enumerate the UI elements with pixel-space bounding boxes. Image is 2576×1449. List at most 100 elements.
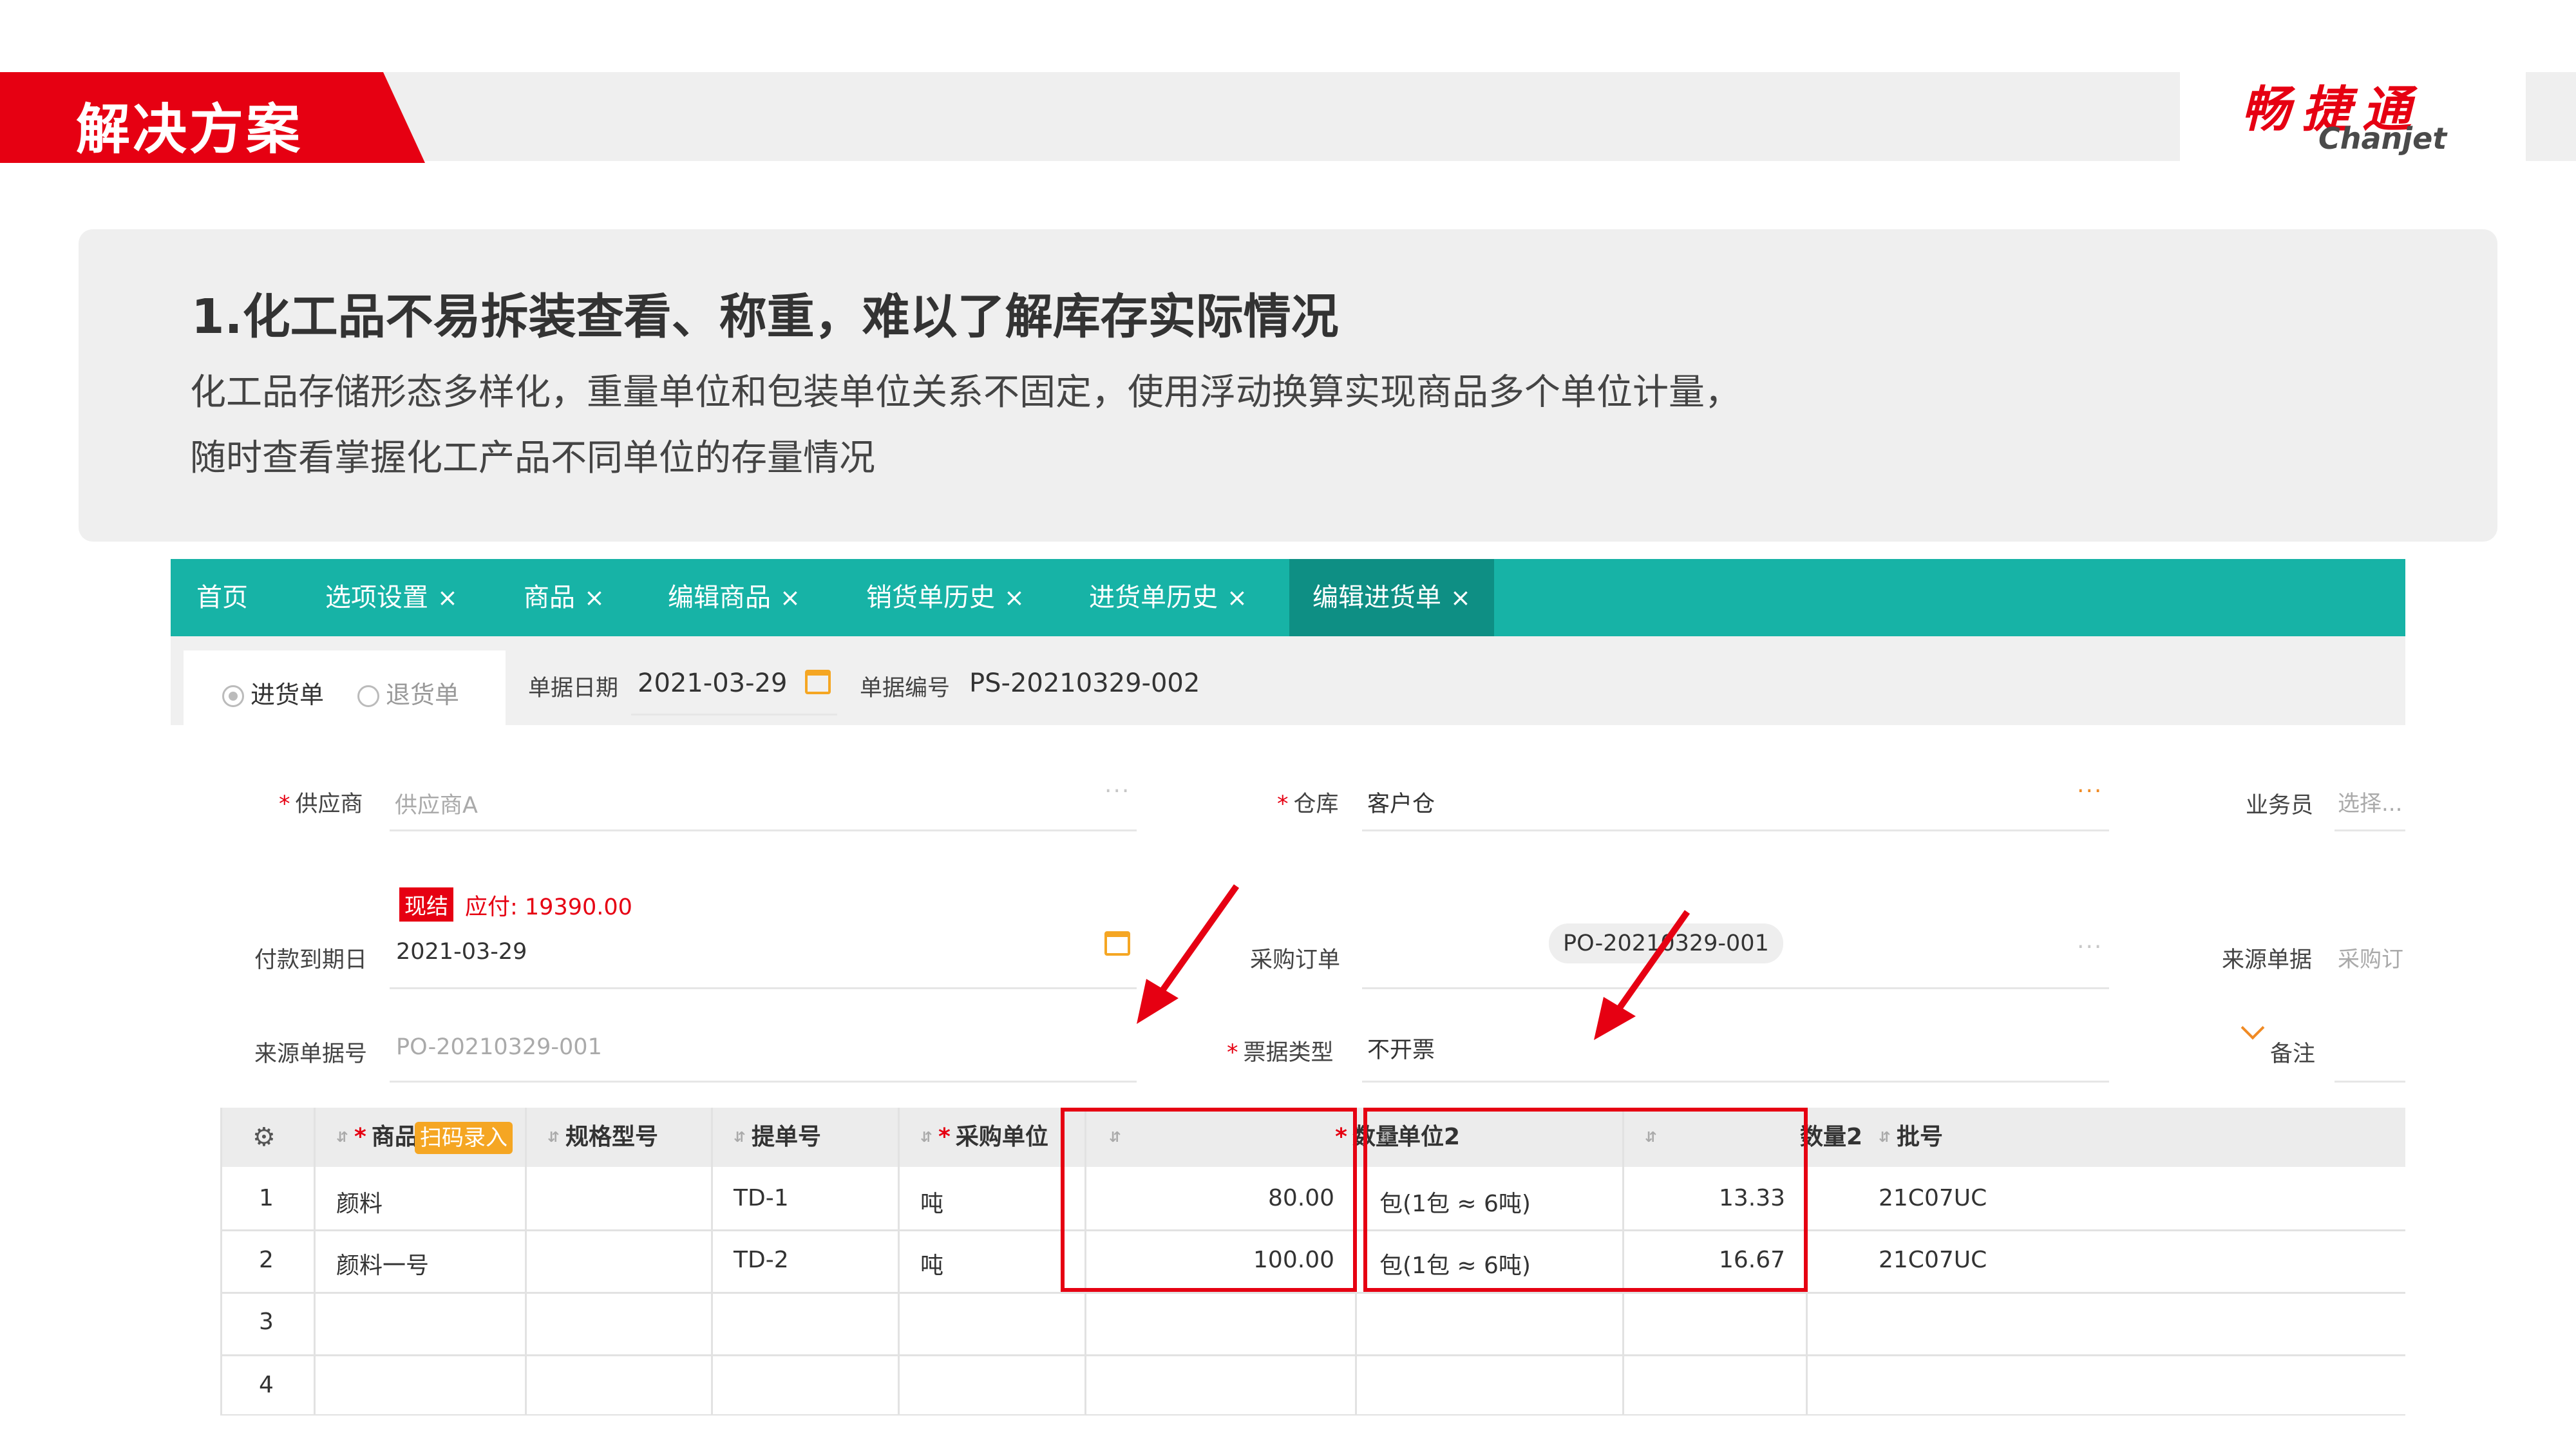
purchase-order-more-icon[interactable]: ··· <box>2077 934 2103 960</box>
radio-purchase[interactable]: 进货单 <box>222 675 324 710</box>
doc-number-value: PS-20210329-002 <box>969 668 1200 698</box>
cell-product[interactable]: 颜料 <box>336 1185 383 1218</box>
invoice-type-label: * 票据类型 <box>1227 1034 1334 1067</box>
grid-line <box>220 1108 222 1416</box>
salesman-field[interactable]: 选择... <box>2338 786 2402 817</box>
chevron-down-icon[interactable] <box>2240 1016 2265 1040</box>
sort-icon: ⇵ <box>920 1130 933 1146</box>
header-label: 商品 <box>371 1124 418 1150</box>
cell-bill-no[interactable]: TD-2 <box>734 1247 789 1273</box>
doc-date-field[interactable]: 2021-03-29 <box>638 668 787 698</box>
cell-bill-no[interactable]: TD-1 <box>734 1185 789 1211</box>
radio-label: 退货单 <box>386 681 460 709</box>
tab-edit-product[interactable]: 编辑商品 × <box>668 559 800 636</box>
tab-label: 编辑商品 <box>668 583 771 612</box>
required-mark: * <box>1227 1040 1238 1066</box>
cell-batch[interactable]: 21C07UC <box>1879 1185 1987 1211</box>
field-underline <box>390 1081 1137 1083</box>
row-number: 3 <box>259 1309 274 1335</box>
doc-header-bar: 进货单 退货单 单据日期 2021-03-29 单据编号 PS-20210329… <box>171 636 2405 725</box>
payable-amount: 应付: 19390.00 <box>465 895 632 920</box>
description-panel: 1.化工品不易拆装查看、称重，难以了解库存实际情况 化工品存储形态多样化，重量单… <box>79 229 2497 542</box>
cell-unit[interactable]: 吨 <box>920 1185 943 1218</box>
logo-en-text: Chanjet <box>2318 121 2447 156</box>
tab-label: 进货单历史 <box>1089 583 1218 612</box>
warehouse-more-icon[interactable]: ··· <box>2077 778 2103 804</box>
calendar-icon[interactable] <box>1104 931 1130 956</box>
tab-edit-purchase-order[interactable]: 编辑进货单 × <box>1289 559 1494 636</box>
header-product[interactable]: ⇵ * 商品 <box>336 1108 418 1167</box>
warehouse-label: * 仓库 <box>1277 786 1339 819</box>
field-underline <box>1362 829 2109 831</box>
supplier-more-icon[interactable]: ··· <box>1104 778 1130 804</box>
tab-purchase-history[interactable]: 进货单历史 × <box>1089 559 1247 636</box>
close-icon[interactable]: × <box>584 583 605 612</box>
cell-product[interactable]: 颜料一号 <box>336 1247 429 1280</box>
grid-line <box>220 1354 2405 1356</box>
supplier-field[interactable]: 供应商A <box>395 787 478 820</box>
radio-label: 进货单 <box>251 681 325 709</box>
row-number: 4 <box>259 1372 274 1398</box>
header-purchase-unit[interactable]: ⇵ * 采购单位 <box>920 1108 1048 1167</box>
supplier-label-text: 供应商 <box>295 791 363 817</box>
close-icon[interactable]: × <box>1004 583 1025 612</box>
form-area: 进货单 退货单 单据日期 2021-03-29 单据编号 PS-20210329… <box>171 636 2405 1416</box>
calendar-icon[interactable] <box>805 670 831 694</box>
close-icon[interactable]: × <box>1227 583 1247 612</box>
tab-label: 选项设置 <box>325 583 428 612</box>
field-underline <box>390 829 1137 831</box>
description-line-2: 随时查看掌握化工产品不同单位的存量情况 <box>190 437 875 479</box>
tab-bar: 首页 选项设置 × 商品 × 编辑商品 × 销货单历史 × 进货单历史 × 编辑进货单 × <box>171 559 2405 636</box>
radio-return[interactable]: 退货单 <box>357 675 459 710</box>
grid-line <box>711 1108 713 1416</box>
tab-sales-history[interactable]: 销货单历史 × <box>866 559 1025 636</box>
cell-unit[interactable]: 吨 <box>920 1247 943 1280</box>
header-bill-no[interactable]: ⇵ 提单号 <box>734 1108 821 1167</box>
tab-options[interactable]: 选项设置 × <box>325 559 458 636</box>
gear-icon[interactable]: ⚙ <box>252 1108 276 1167</box>
description-line-1: 化工品存储形态多样化，重量单位和包装单位关系不固定，使用浮动换算实现商品多个单位… <box>190 372 1741 413</box>
problem-heading: 1.化工品不易拆装查看、称重，难以了解库存实际情况 <box>191 289 1339 345</box>
salesman-label: 业务员 <box>2246 793 2314 819</box>
arrow-icon <box>1594 910 1690 1040</box>
warehouse-field[interactable]: 客户仓 <box>1367 786 1435 819</box>
invoice-type-label-text: 票据类型 <box>1243 1040 1334 1066</box>
field-underline <box>2334 1081 2405 1083</box>
purchase-order-label: 采购订单 <box>1250 947 1341 973</box>
field-underline <box>1362 987 2109 989</box>
header-label: 批号 <box>1897 1124 1944 1150</box>
tab-home[interactable]: 首页 <box>196 559 248 636</box>
required-mark: * <box>279 791 290 817</box>
tab-products[interactable]: 商品 × <box>524 559 605 636</box>
arrow-icon <box>1137 884 1240 1024</box>
tab-label: 编辑进货单 <box>1312 583 1441 612</box>
due-date-field[interactable]: 2021-03-29 <box>396 939 527 965</box>
chanjet-logo: 畅捷通 Chanjet <box>2241 70 2473 160</box>
invoice-type-select[interactable]: 不开票 <box>1367 1032 1435 1065</box>
close-icon[interactable]: × <box>1450 583 1471 612</box>
sort-icon: ⇵ <box>336 1130 348 1146</box>
header-batch[interactable]: ⇵ 批号 <box>1879 1108 1943 1167</box>
radio-checked-icon <box>222 685 244 707</box>
field-underline <box>1362 1081 2109 1083</box>
tab-label: 销货单历史 <box>866 583 995 612</box>
sort-icon: ⇵ <box>1879 1130 1891 1146</box>
required-mark: * <box>1277 791 1289 817</box>
row-number: 2 <box>259 1247 274 1273</box>
field-underline <box>390 987 1137 989</box>
source-doc-field[interactable]: 采购订 <box>2338 942 2403 973</box>
close-icon[interactable]: × <box>437 583 458 612</box>
warehouse-label-text: 仓库 <box>1293 791 1339 817</box>
header-label: 提单号 <box>752 1124 822 1150</box>
source-number-field[interactable]: PO-20210329-001 <box>396 1034 602 1060</box>
close-icon[interactable]: × <box>780 583 800 612</box>
header-spec[interactable]: ⇵ 规格型号 <box>547 1108 658 1167</box>
header-strip-right <box>2526 72 2576 161</box>
sort-icon: ⇵ <box>734 1130 746 1146</box>
grid-line <box>220 1292 2405 1294</box>
scan-entry-button[interactable]: 扫码录入 <box>415 1122 513 1154</box>
required-mark: * <box>938 1124 951 1150</box>
header-label: 规格型号 <box>565 1124 659 1150</box>
cell-batch[interactable]: 21C07UC <box>1879 1247 1987 1273</box>
grid-line <box>525 1108 527 1416</box>
